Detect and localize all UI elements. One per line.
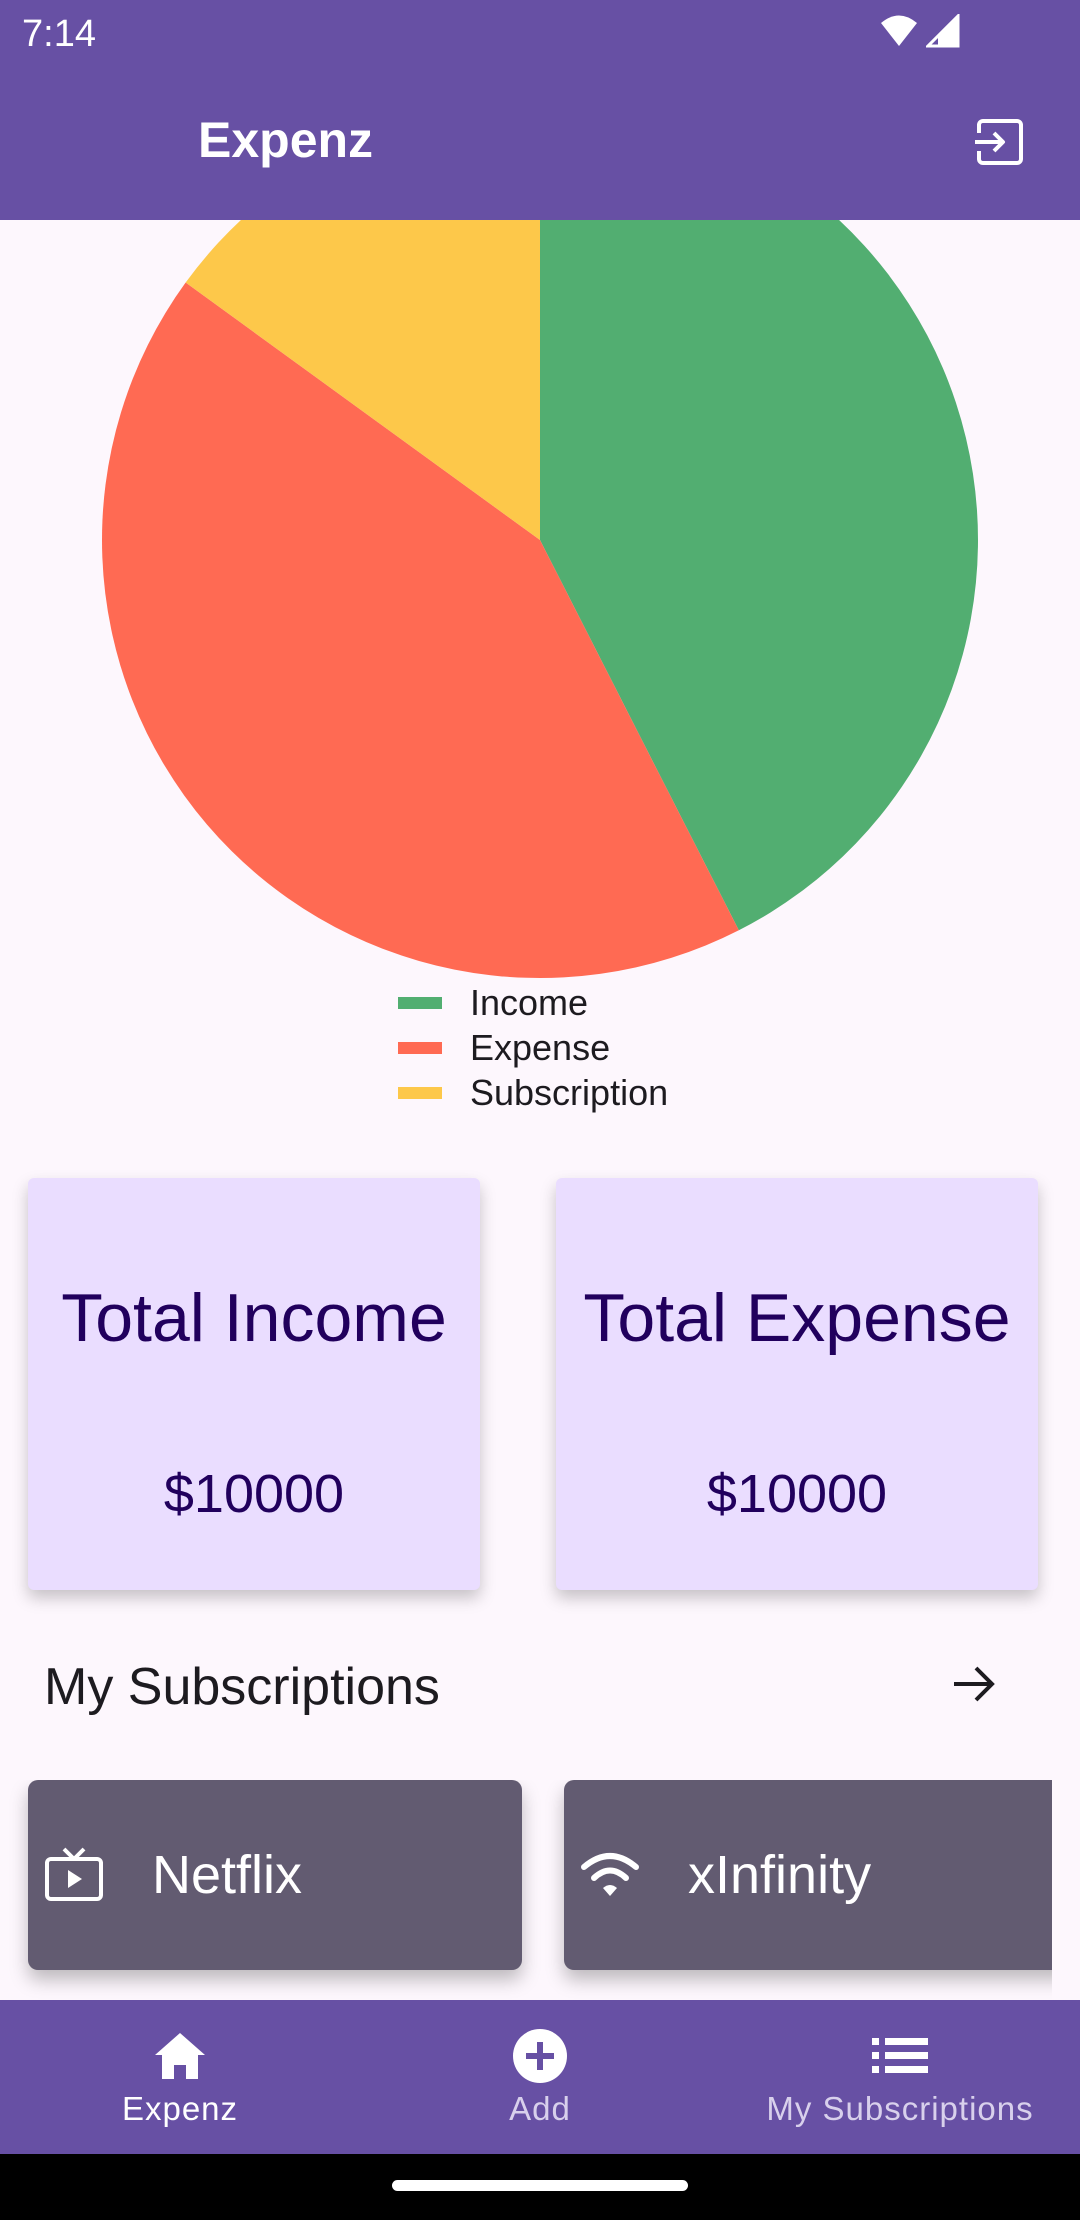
wifi-icon [880,14,918,53]
gesture-bar [0,2154,1080,2220]
nav-item-my-subscriptions[interactable]: My Subscriptions [720,2000,1080,2154]
nav-item-expenz[interactable]: Expenz [0,2000,360,2154]
arrow-right-icon [950,1660,998,1713]
legend-item-income: Income [398,980,668,1025]
app-title: Expenz [198,112,374,168]
logout-button[interactable] [968,112,1032,176]
app-bar: Expenz [0,66,1080,220]
bottom-navigation: Expenz Add My Subscriptions [0,2000,1080,2154]
subscriptions-list[interactable]: Netflix xInfinity [0,1780,1052,2020]
pie-chart-svg [102,220,979,978]
total-expense-value: $10000 [706,1464,888,1524]
status-time: 7:14 [22,13,96,55]
nav-label: Expenz [121,2090,239,2127]
subscription-tile-xinfinity[interactable]: xInfinity [564,1780,1052,1970]
list-icon [870,2026,930,2086]
total-income-title: Total Income [61,1280,447,1356]
nav-item-add[interactable]: Add [360,2000,720,2154]
subscriptions-see-all-button[interactable] [944,1656,1004,1716]
home-icon [150,2026,210,2086]
nav-label: Add [509,2090,571,2127]
total-income-value: $10000 [163,1464,345,1524]
status-bar: 7:14 [0,0,1080,66]
legend-label: Income [470,982,589,1023]
subscription-tile-netflix[interactable]: Netflix [28,1780,522,1970]
legend-label: Subscription [470,1072,669,1113]
legend-item-expense: Expense [398,1025,668,1070]
wifi-icon [580,1845,640,1905]
add-circle-icon [510,2026,570,2086]
status-icons [880,12,960,53]
subscription-name: xInfinity [688,1845,872,1905]
logout-icon [973,115,1027,174]
total-expense-card[interactable]: Total Expense $10000 [556,1178,1038,1590]
legend-item-subscription: Subscription [398,1070,668,1115]
legend-label: Expense [470,1027,611,1068]
tv-icon [44,1845,104,1905]
signal-icon [924,12,960,53]
legend-swatch [398,1086,442,1099]
total-expense-title: Total Expense [583,1280,1011,1356]
legend-swatch [398,1041,442,1054]
home-gesture-handle[interactable] [392,2180,688,2191]
chart-legend: Income Expense Subscription [398,980,668,1115]
pie-chart: Income Expense Subscription [0,220,1080,1140]
subscriptions-header: My Subscriptions [44,1658,440,1716]
subscription-name: Netflix [152,1845,303,1905]
legend-swatch [398,996,442,1009]
total-income-card[interactable]: Total Income $10000 [28,1178,480,1590]
nav-label: My Subscriptions [766,2090,1034,2127]
